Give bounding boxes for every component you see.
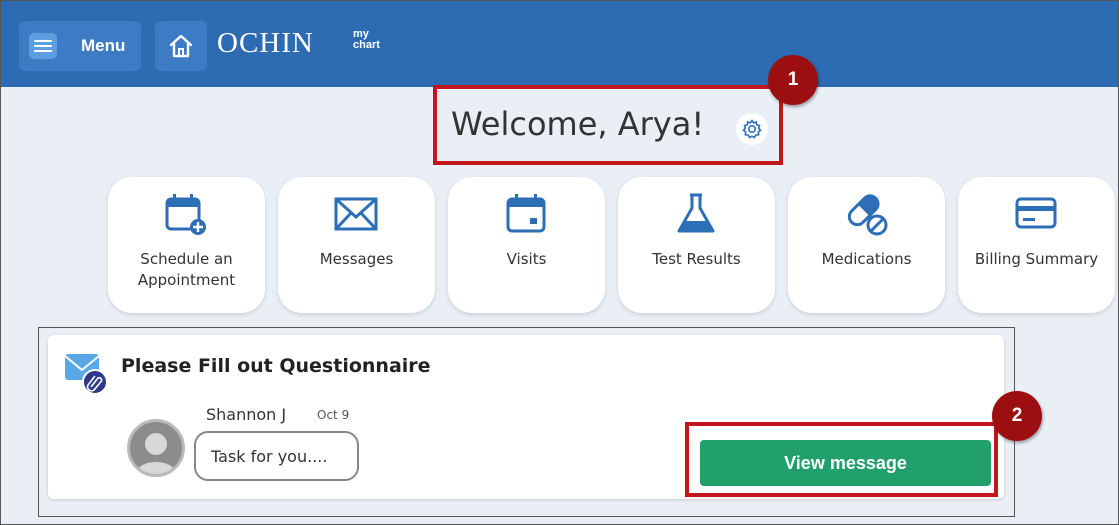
tile-label: Visits <box>506 250 547 268</box>
envelope-icon <box>334 197 378 231</box>
welcome-heading: Welcome, Arya! <box>451 105 705 143</box>
top-header-bar: Menu OCHIN my chart <box>1 1 1118 87</box>
tile-test-results[interactable]: Test Results <box>618 177 775 313</box>
view-message-button[interactable]: View message <box>700 440 991 486</box>
tile-messages[interactable]: Messages <box>278 177 435 313</box>
tile-schedule-appointment[interactable]: Schedule an Appointment <box>108 177 265 313</box>
credit-card-icon <box>1015 197 1057 229</box>
calendar-plus-icon <box>165 194 206 235</box>
message-preview-text: Task for you.... <box>211 447 328 466</box>
hamburger-menu-icon <box>29 33 57 59</box>
tile-visits[interactable]: Visits <box>448 177 605 313</box>
tile-medications[interactable]: Medications <box>788 177 945 313</box>
message-sender: Shannon J <box>206 405 287 424</box>
calendar-icon <box>506 194 546 233</box>
personalize-settings-button[interactable] <box>736 113 768 145</box>
tile-label: Medications <box>821 250 912 268</box>
tile-label: Messages <box>319 250 394 268</box>
gear-icon <box>742 119 762 139</box>
callout-badge-2: 2 <box>992 391 1042 441</box>
pill-icon <box>847 194 888 236</box>
flask-icon <box>677 193 715 233</box>
ochin-logo-text[interactable]: OCHIN <box>217 27 314 60</box>
sender-avatar <box>127 419 185 477</box>
menu-button[interactable]: Menu <box>19 21 141 71</box>
home-icon <box>169 34 193 58</box>
message-attachment-icon <box>64 354 108 395</box>
app-window: Menu OCHIN my chart Welcome, Arya! 1 Sch… <box>0 0 1119 525</box>
tile-billing-summary[interactable]: Billing Summary <box>958 177 1115 313</box>
callout-badge-1: 1 <box>768 55 818 105</box>
tile-label: Billing Summary <box>974 250 1099 268</box>
tile-label: Schedule an Appointment <box>137 250 236 289</box>
message-date: Oct 9 <box>317 408 350 422</box>
user-avatar-icon <box>136 433 176 474</box>
menu-label: Menu <box>81 36 126 55</box>
mychart-logo-text: my chart <box>353 28 380 51</box>
message-title[interactable]: Please Fill out Questionnaire <box>121 355 431 377</box>
tile-label: Test Results <box>652 250 741 268</box>
home-button[interactable] <box>155 21 207 71</box>
